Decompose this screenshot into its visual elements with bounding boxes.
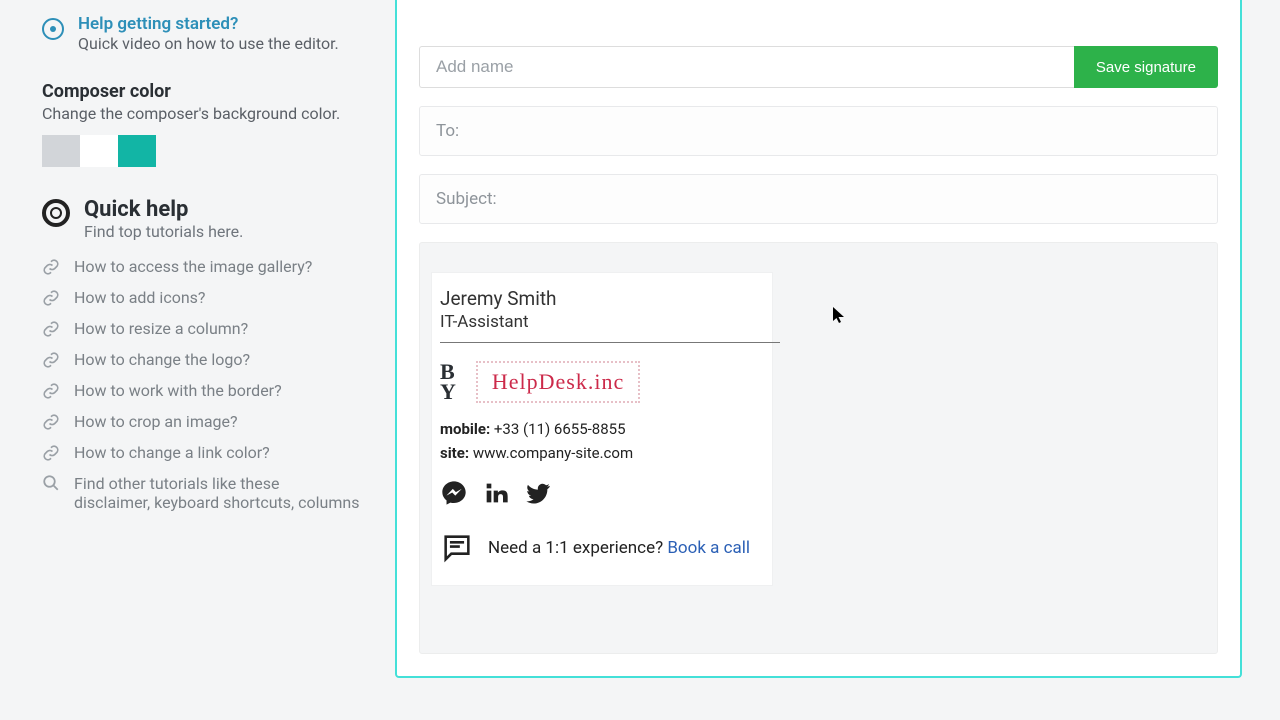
quick-search-sub: disclaimer, keyboard shortcuts, columns [74, 493, 360, 512]
signature-card[interactable]: Jeremy Smith IT-Assistant B Y HelpDesk.i… [432, 273, 772, 585]
save-signature-button[interactable]: Save signature [1074, 46, 1218, 88]
logo-mark: B Y [440, 362, 456, 402]
quick-help-heading: Quick help [84, 197, 243, 222]
link-icon [42, 413, 60, 431]
messenger-icon[interactable] [440, 479, 468, 507]
quick-link[interactable]: How to work with the border? [42, 375, 371, 406]
quick-link-search[interactable]: Find other tutorials like these disclaim… [42, 468, 371, 518]
quick-link-label: How to add icons? [74, 288, 205, 307]
composer-color-heading: Composer color [42, 81, 371, 102]
composer-frame: Save signature To: Subject: Jeremy Smith… [395, 0, 1242, 678]
quick-link[interactable]: How to access the image gallery? [42, 251, 371, 282]
lightbulb-icon [42, 18, 64, 40]
linkedin-icon[interactable] [482, 479, 510, 507]
book-call-link[interactable]: Book a call [667, 538, 750, 558]
quick-help-desc: Find top tutorials here. [84, 222, 243, 241]
main: Save signature To: Subject: Jeremy Smith… [395, 0, 1280, 720]
composer-color-section: Composer color Change the composer's bac… [42, 81, 371, 167]
quick-link-label: How to crop an image? [74, 412, 238, 431]
subject-field[interactable]: Subject: [419, 174, 1218, 224]
help-start-subtitle: Quick video on how to use the editor. [78, 34, 339, 53]
social-icons [440, 479, 772, 507]
search-icon [42, 474, 60, 492]
link-icon [42, 320, 60, 338]
link-icon [42, 382, 60, 400]
quick-link-label: How to work with the border? [74, 381, 282, 400]
help-getting-started[interactable]: Help getting started? Quick video on how… [42, 14, 371, 53]
quick-link-label: How to change a link color? [74, 443, 270, 462]
signature-logo-row: B Y HelpDesk.inc [440, 361, 772, 403]
link-icon [42, 258, 60, 276]
quick-link-label: How to change the logo? [74, 350, 250, 369]
composer-color-desc: Change the composer's background color. [42, 104, 371, 123]
help-start-title: Help getting started? [78, 14, 339, 34]
signature-person-name: Jeremy Smith [440, 287, 772, 312]
swatch-gray[interactable] [42, 135, 80, 167]
swatch-white[interactable] [80, 135, 118, 167]
color-swatches [42, 135, 371, 167]
quick-link[interactable]: How to resize a column? [42, 313, 371, 344]
link-icon [42, 289, 60, 307]
quick-link-label: How to resize a column? [74, 319, 248, 338]
quick-help-list: How to access the image gallery? How to … [42, 251, 371, 518]
contact-mobile: mobile: +33 (11) 6655-8855 [440, 417, 772, 441]
to-field[interactable]: To: [419, 106, 1218, 156]
company-name[interactable]: HelpDesk.inc [476, 361, 640, 403]
link-icon [42, 444, 60, 462]
quick-link-label: How to access the image gallery? [74, 257, 312, 276]
contact-site: site: www.company-site.com [440, 441, 772, 465]
swatch-teal[interactable] [118, 135, 156, 167]
signature-preview-area[interactable]: Jeremy Smith IT-Assistant B Y HelpDesk.i… [419, 242, 1218, 654]
signature-person-title: IT-Assistant [440, 312, 780, 343]
quick-link[interactable]: How to change a link color? [42, 437, 371, 468]
quick-link[interactable]: How to crop an image? [42, 406, 371, 437]
chat-icon [440, 531, 474, 565]
quick-link[interactable]: How to change the logo? [42, 344, 371, 375]
sidebar: Help getting started? Quick video on how… [0, 0, 395, 720]
cta-text: Need a 1:1 experience? Book a call [488, 538, 750, 558]
quick-help-header: Quick help Find top tutorials here. [42, 197, 371, 241]
link-icon [42, 351, 60, 369]
quick-search-line: Find other tutorials like these [74, 474, 360, 493]
signature-name-input[interactable] [419, 46, 1074, 88]
twitter-icon[interactable] [524, 479, 552, 507]
quick-link[interactable]: How to add icons? [42, 282, 371, 313]
life-ring-icon [42, 199, 70, 227]
to-label: To: [436, 121, 459, 141]
subject-label: Subject: [436, 189, 497, 209]
cta-row: Need a 1:1 experience? Book a call [440, 531, 772, 565]
